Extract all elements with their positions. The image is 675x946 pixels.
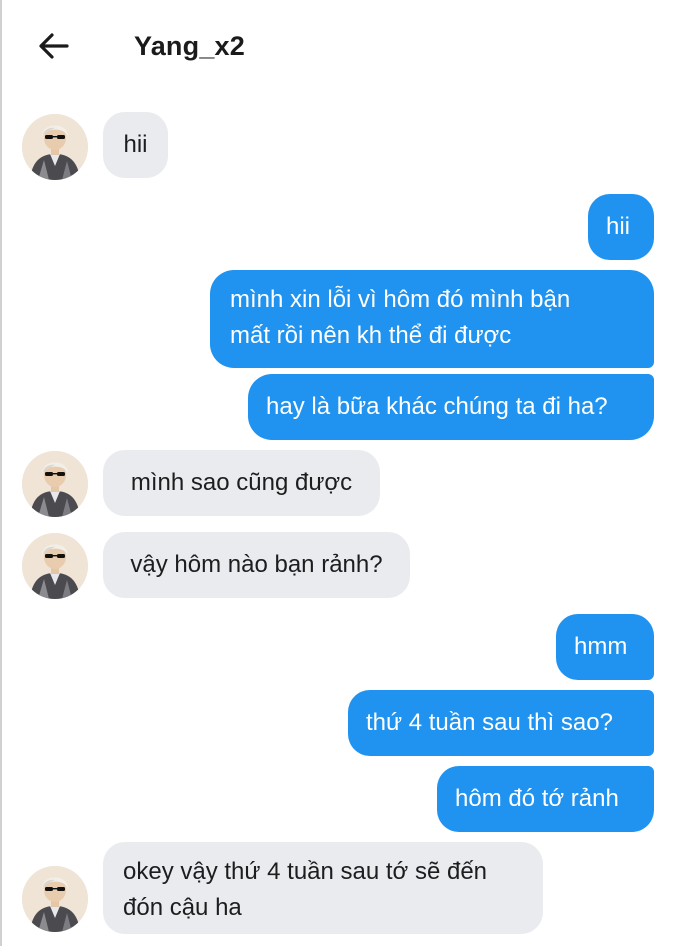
message-text: mình sao cũng được (130, 469, 353, 496)
outgoing-message-bubble[interactable]: hmm (556, 614, 654, 680)
message-text: hmm (574, 633, 628, 660)
message-text: hôm đó tớ rảnh (455, 785, 619, 812)
message-text: hay là bữa khác chúng ta đi ha? (266, 393, 608, 420)
message-text: đón cậu ha (123, 894, 242, 921)
outgoing-message-bubble[interactable]: thứ 4 tuần sau thì sao? (348, 690, 654, 756)
message-text: okey vậy thứ 4 tuần sau tớ sẽ đến (123, 858, 488, 885)
outgoing-message-bubble[interactable]: hay là bữa khác chúng ta đi ha? (248, 374, 654, 440)
incoming-message-bubble[interactable]: vậy hôm nào bạn rảnh? (103, 532, 410, 598)
back-button[interactable] (36, 28, 72, 64)
message-text: hii (606, 213, 631, 240)
incoming-message-bubble[interactable]: hii (103, 112, 168, 178)
contact-name[interactable]: Yang_x2 (134, 31, 245, 62)
message-text: thứ 4 tuần sau thì sao? (366, 709, 613, 736)
incoming-message-bubble[interactable]: okey vậy thứ 4 tuần sau tớ sẽ đến đón cậu… (103, 842, 543, 934)
contact-avatar[interactable] (22, 451, 88, 517)
message-text: mất rồi nên kh thể đi được (230, 322, 512, 349)
outgoing-message-bubble[interactable]: mình xin lỗi vì hôm đó mình bận mất rồi n… (210, 270, 654, 368)
message-text: vậy hôm nào bạn rảnh? (130, 551, 383, 578)
chat-screen: Yang_x2 hii hii mình xin lỗi vì hôm đó mì… (0, 0, 675, 946)
incoming-message-bubble[interactable]: mình sao cũng được (103, 450, 380, 516)
contact-avatar[interactable] (22, 114, 88, 180)
outgoing-message-bubble[interactable]: hôm đó tớ rảnh (437, 766, 654, 832)
arrow-left-icon (39, 33, 69, 59)
screen-edge (0, 0, 2, 946)
contact-avatar[interactable] (22, 533, 88, 599)
message-text: hii (123, 131, 148, 158)
chat-header: Yang_x2 (0, 0, 675, 92)
message-text: mình xin lỗi vì hôm đó mình bận (230, 286, 571, 313)
outgoing-message-bubble[interactable]: hii (588, 194, 654, 260)
contact-avatar[interactable] (22, 866, 88, 932)
